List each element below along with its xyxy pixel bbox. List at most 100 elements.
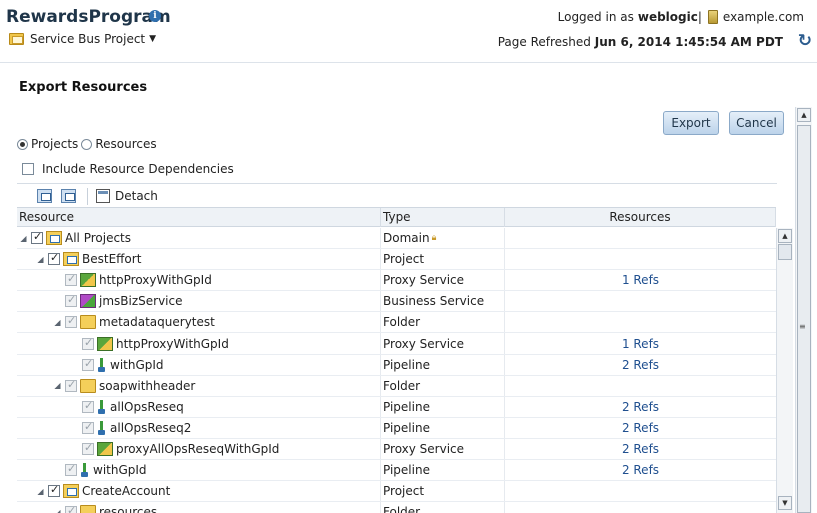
user-name[interactable]: weblogic [638, 10, 698, 24]
toolbar-divider [87, 188, 88, 205]
refs-cell [505, 249, 776, 269]
refs-link[interactable]: 2 Refs [622, 421, 659, 435]
row-checkbox[interactable] [65, 272, 77, 287]
page-refreshed-value: Jun 6, 2014 1:45:54 AM PDT [594, 35, 783, 49]
expand-toggle-icon[interactable]: ◢ [19, 234, 28, 243]
table-row[interactable]: ◢ CreateAccount Project [17, 481, 776, 503]
grid-header: Resource Type Resources [17, 207, 776, 227]
table-row[interactable]: ◢ BestEffort Project [17, 249, 776, 271]
table-row[interactable]: ◢ soapwithheader Folder [17, 375, 776, 397]
include-deps-row: Include Resource Dependencies [22, 162, 234, 176]
row-checkbox[interactable] [82, 399, 94, 413]
row-checkbox[interactable] [65, 378, 77, 392]
refs-link[interactable]: 2 Refs [622, 358, 659, 372]
table-row[interactable]: jmsBizService Business Service [17, 291, 776, 313]
refs-cell: 1 Refs [505, 270, 776, 290]
row-checkbox[interactable] [48, 251, 60, 266]
type-cell: Business Service [381, 291, 505, 312]
resources-radio-label[interactable]: Resources [95, 137, 156, 151]
include-deps-label[interactable]: Include Resource Dependencies [42, 162, 234, 176]
logged-in-prefix: Logged in as [557, 10, 634, 24]
resource-name: httpProxyWithGpId [116, 336, 229, 351]
refs-link[interactable]: 1 Refs [622, 273, 659, 287]
tree-toolbar: Detach [17, 183, 777, 208]
page-scroll-up-icon[interactable]: ▲ [797, 108, 811, 122]
resources-radio[interactable] [81, 138, 93, 150]
type-cell: Proxy Service [381, 438, 505, 460]
row-checkbox[interactable] [65, 314, 77, 329]
table-row[interactable]: httpProxyWithGpId Proxy Service 1 Refs [17, 270, 776, 292]
refs-link[interactable]: 2 Refs [622, 400, 659, 414]
resource-type: Pipeline [383, 463, 430, 478]
info-icon[interactable]: i [149, 10, 161, 22]
expand-toggle-icon[interactable]: ◢ [36, 255, 45, 264]
row-checkbox[interactable] [82, 336, 94, 350]
refs-link[interactable]: 2 Refs [622, 463, 659, 477]
resource-name: httpProxyWithGpId [99, 273, 212, 288]
resource-name: All Projects [65, 231, 131, 246]
row-checkbox[interactable] [65, 462, 77, 477]
resource-cell: proxyAllOpsReseqWithGpId [17, 438, 381, 460]
column-header-resources[interactable]: Resources [505, 208, 776, 227]
page-refreshed: Page Refreshed Jun 6, 2014 1:45:54 AM PD… [498, 35, 783, 49]
table-row[interactable]: proxyAllOpsReseqWithGpId Proxy Service 2 R… [17, 438, 776, 461]
refs-cell: 2 Refs [505, 439, 776, 459]
export-mode-radios: Projects Resources [17, 137, 157, 151]
project-icon [63, 252, 79, 267]
page-scrollbar[interactable]: ▲ ≡ [795, 107, 812, 513]
refresh-icon[interactable]: ↻ [798, 33, 812, 50]
row-checkbox[interactable] [82, 420, 94, 434]
detach-button[interactable]: Detach [96, 189, 158, 203]
expand-toggle-icon[interactable]: ◢ [53, 381, 62, 390]
page-refreshed-prefix: Page Refreshed [497, 35, 591, 49]
column-header-type[interactable]: Type [381, 208, 505, 227]
expand-toggle-icon[interactable]: ◢ [53, 318, 62, 327]
row-checkbox[interactable] [82, 357, 94, 371]
resource-type: Folder [383, 378, 421, 393]
table-row[interactable]: allOpsReseq Pipeline 2 Refs [17, 396, 776, 418]
folder-icon [80, 315, 96, 330]
export-button[interactable]: Export [663, 111, 719, 135]
resource-cell: ◢ soapwithheader [17, 375, 381, 396]
projects-radio-label[interactable]: Projects [31, 137, 78, 151]
refs-link[interactable]: 1 Refs [622, 337, 659, 351]
scroll-up-icon[interactable]: ▲ [778, 229, 792, 243]
table-row[interactable]: withGpId Pipeline 2 Refs [17, 354, 776, 376]
row-checkbox[interactable] [82, 441, 94, 455]
lock-icon: 🔒︎ [431, 233, 437, 244]
service-bus-project-menu[interactable]: Service Bus Project ▼ [9, 31, 156, 47]
include-deps-checkbox[interactable] [22, 163, 34, 175]
projects-radio[interactable] [17, 138, 28, 150]
row-checkbox[interactable] [65, 293, 77, 308]
table-scrollbar[interactable]: ▲ ▼ [776, 228, 793, 513]
resource-type: Pipeline [383, 420, 430, 435]
page-scroll-thumb[interactable] [797, 125, 811, 513]
row-checkbox[interactable] [48, 483, 60, 498]
table-row[interactable]: httpProxyWithGpId Proxy Service 1 Refs [17, 333, 776, 355]
type-cell: Proxy Service [381, 333, 505, 354]
refs-cell: 2 Refs [505, 460, 776, 480]
row-checkbox[interactable] [31, 230, 43, 245]
resource-type: Proxy Service [383, 441, 465, 456]
scroll-down-icon[interactable]: ▼ [778, 496, 792, 510]
table-row[interactable]: allOpsReseq2 Pipeline 2 Refs [17, 417, 776, 439]
column-header-resource[interactable]: Resource [17, 208, 381, 227]
expand-toggle-icon[interactable]: ◢ [36, 487, 45, 496]
resource-type: Pipeline [383, 399, 430, 414]
refs-cell [505, 291, 776, 311]
type-cell: Project [381, 481, 505, 502]
expand-toggle-icon[interactable]: ◢ [53, 508, 62, 513]
resource-name: metadataquerytest [99, 315, 215, 330]
table-row[interactable]: ◢ metadataquerytest Folder [17, 312, 776, 334]
resource-type: Folder [383, 315, 421, 330]
table-row[interactable]: ◢ resources Folder [17, 502, 776, 513]
expand-all-icon[interactable] [37, 189, 52, 203]
resource-name: BestEffort [82, 252, 142, 267]
collapse-all-icon[interactable] [61, 189, 76, 203]
refs-link[interactable]: 2 Refs [622, 442, 659, 456]
row-checkbox[interactable] [65, 504, 77, 513]
table-scroll-thumb[interactable] [778, 244, 792, 260]
table-row[interactable]: withGpId Pipeline 2 Refs [17, 460, 776, 482]
cancel-button[interactable]: Cancel [729, 111, 784, 135]
table-row[interactable]: ◢ All Projects Domain🔒︎ [17, 228, 776, 250]
